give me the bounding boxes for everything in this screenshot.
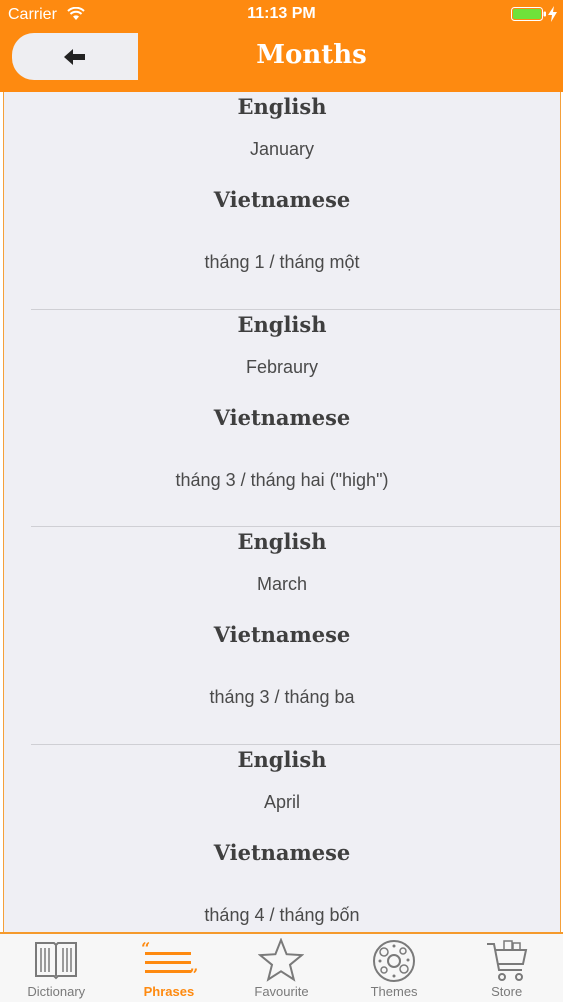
tab-label: Dictionary <box>27 984 86 999</box>
vietnamese-text: tháng 3 / tháng ba <box>209 687 355 707</box>
vietnamese-label: Vietnamese <box>213 404 351 430</box>
vietnamese-text: tháng 1 / tháng một <box>204 252 360 272</box>
english-text: April <box>263 791 300 812</box>
list-item[interactable]: English Febraury Vietnamese tháng 3 / th… <box>4 310 560 528</box>
book-icon <box>35 942 78 980</box>
tab-label: Favourite <box>254 984 309 999</box>
charging-bolt-icon <box>548 6 557 22</box>
tab-dictionary[interactable]: Dictionary <box>0 934 113 1002</box>
star-icon <box>258 938 305 982</box>
vietnamese-text: tháng 3 / tháng hai ("high") <box>175 469 389 490</box>
list-item[interactable]: English January Vietnamese tháng 1 / thá… <box>4 92 560 310</box>
tab-label: Store <box>491 984 523 999</box>
cart-icon <box>486 940 527 981</box>
svg-text:”: ” <box>189 965 198 980</box>
english-label: English <box>237 311 327 337</box>
english-text: January <box>249 139 315 159</box>
themes-icon <box>373 940 416 982</box>
english-label: English <box>237 529 327 554</box>
back-arrow-icon <box>64 48 85 65</box>
vietnamese-label: Vietnamese <box>213 187 351 212</box>
english-label: English <box>237 94 327 119</box>
page-title: Months <box>256 40 367 70</box>
status-bar: Carrier 11:13 PM <box>0 0 563 30</box>
english-text: Febraury <box>245 356 319 377</box>
battery-icon <box>511 7 546 21</box>
tab-phrases[interactable]: “ ” Phrases <box>113 934 226 1002</box>
vietnamese-text: tháng 4 / tháng bốn <box>204 904 360 925</box>
list-item[interactable]: English March Vietnamese tháng 3 / tháng… <box>4 527 560 745</box>
tab-favourite[interactable]: Favourite <box>225 934 338 1002</box>
phrase-list[interactable]: English January Vietnamese tháng 1 / thá… <box>3 92 561 932</box>
clock: 11:13 PM <box>247 5 316 22</box>
back-button[interactable] <box>12 33 138 80</box>
phrases-icon: “ ” <box>141 939 198 980</box>
tab-themes[interactable]: Themes <box>338 934 451 1002</box>
navigation-header: Carrier 11:13 PM Months <box>0 0 563 92</box>
vietnamese-label: Vietnamese <box>213 622 351 647</box>
english-text: March <box>256 574 307 594</box>
list-item[interactable]: English April Vietnamese tháng 4 / tháng… <box>4 745 560 933</box>
svg-text:“: “ <box>141 939 150 958</box>
tab-label: Themes <box>370 984 418 999</box>
vietnamese-label: Vietnamese <box>213 839 351 865</box>
tab-label: Phrases <box>143 984 195 999</box>
english-label: English <box>237 746 327 772</box>
tab-store[interactable]: Store <box>450 934 563 1002</box>
tab-bar: Dictionary “ ” Phrases Favourite Themes … <box>0 932 563 1002</box>
